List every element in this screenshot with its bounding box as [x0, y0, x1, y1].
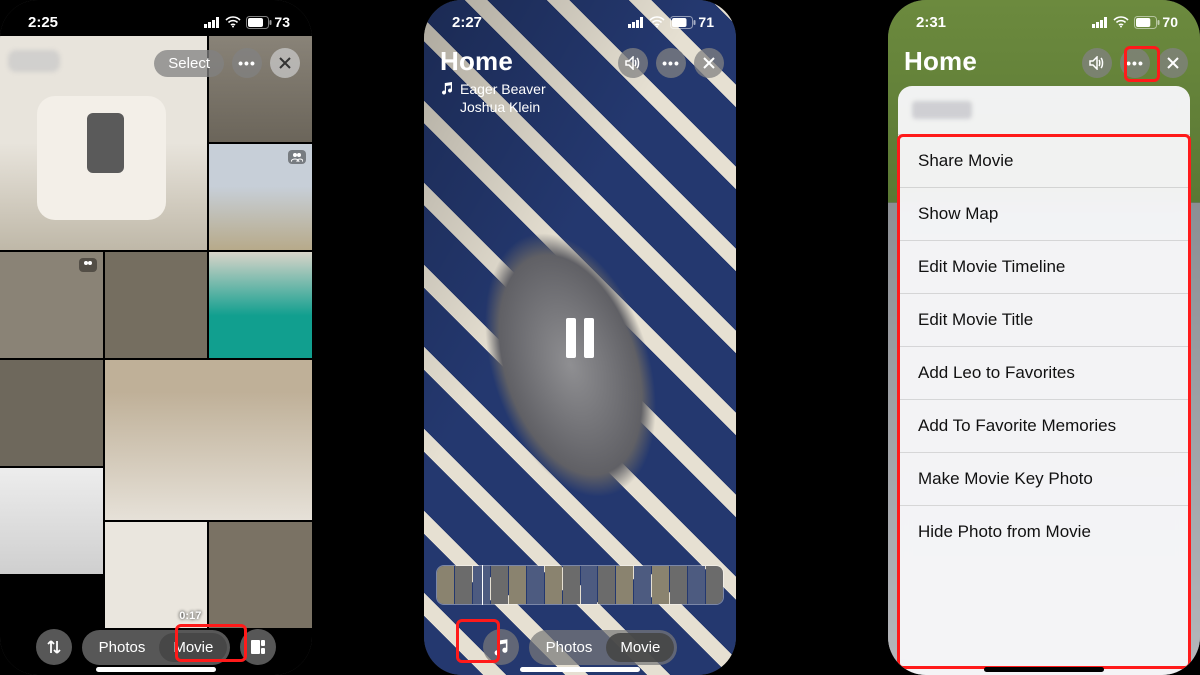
tutorial-highlight — [175, 624, 247, 662]
photo-tile[interactable] — [0, 360, 103, 466]
screen-movie-player: 2:27 71 Home Eager Beaver Joshua Klein •… — [424, 0, 736, 675]
photo-grid: 0:17 — [0, 0, 312, 675]
tutorial-highlight — [1124, 46, 1160, 82]
home-indicator[interactable] — [520, 667, 640, 672]
photo-tile[interactable] — [105, 252, 208, 358]
speaker-icon — [625, 56, 641, 70]
pause-button[interactable] — [560, 316, 600, 360]
top-controls: ••• — [618, 48, 724, 78]
screen-more-menu: 2:31 70 Home ••• Share Movie Show Map Ed… — [888, 0, 1200, 675]
segment-photos[interactable]: Photos — [85, 633, 160, 662]
photo-tile[interactable] — [209, 144, 312, 250]
battery-indicator: 73 — [246, 14, 290, 30]
memory-title: Home — [904, 46, 977, 77]
status-time: 2:27 — [452, 14, 482, 31]
status-bar: 2:31 70 — [888, 0, 1200, 36]
song-name: Eager Beaver — [460, 81, 546, 99]
people-icon — [79, 258, 97, 272]
movie-header: Home Eager Beaver Joshua Klein — [440, 46, 546, 116]
tutorial-highlight — [456, 619, 500, 663]
cellular-icon — [1092, 17, 1108, 28]
movie-header: Home — [904, 46, 977, 77]
speaker-button[interactable] — [1082, 48, 1112, 78]
photo-tile[interactable] — [209, 252, 312, 358]
more-button[interactable]: ••• — [656, 48, 686, 78]
photo-tile[interactable] — [0, 252, 103, 358]
video-duration: 0:17 — [179, 610, 201, 622]
movie-timeline[interactable] — [436, 565, 724, 605]
sort-button[interactable] — [36, 629, 72, 665]
status-time: 2:25 — [28, 14, 58, 31]
status-bar: 2:25 73 — [0, 0, 312, 36]
wifi-icon — [225, 16, 241, 28]
speaker-icon — [1089, 56, 1105, 70]
home-indicator[interactable] — [96, 667, 216, 672]
close-button[interactable] — [270, 48, 300, 78]
wifi-icon — [1113, 16, 1129, 28]
segmented-control: Photos Movie — [529, 630, 678, 665]
photo-tile[interactable] — [0, 468, 103, 574]
people-icon — [288, 150, 306, 164]
photo-tile[interactable] — [105, 360, 312, 520]
photo-tile[interactable] — [209, 522, 312, 628]
cellular-icon — [204, 17, 220, 28]
tutorial-highlight — [897, 134, 1191, 669]
close-button[interactable] — [1158, 48, 1188, 78]
wifi-icon — [649, 16, 665, 28]
redacted-label — [912, 101, 972, 119]
music-note-icon — [440, 81, 454, 95]
playhead[interactable] — [482, 565, 483, 605]
ellipsis-icon: ••• — [662, 56, 680, 70]
status-time: 2:31 — [916, 14, 946, 31]
segment-photos[interactable]: Photos — [532, 633, 607, 662]
memory-title: Home — [440, 46, 546, 77]
photo-tile[interactable]: 0:17 — [105, 522, 208, 628]
segment-movie[interactable]: Movie — [606, 633, 674, 662]
pause-icon — [560, 316, 600, 360]
battery-indicator: 70 — [1134, 14, 1178, 30]
screen-photo-grid: 0:17 2:25 73 Select ••• Photos Movie — [0, 0, 312, 675]
sort-arrows-icon — [45, 638, 63, 656]
action-sheet-header — [898, 86, 1190, 134]
bottom-toolbar: Photos Movie — [0, 629, 312, 665]
cellular-icon — [628, 17, 644, 28]
select-button[interactable]: Select — [154, 50, 224, 77]
close-button[interactable] — [694, 48, 724, 78]
top-controls: Select ••• — [154, 48, 300, 78]
ellipsis-icon: ••• — [238, 56, 256, 70]
more-button[interactable]: ••• — [232, 48, 262, 78]
speaker-button[interactable] — [618, 48, 648, 78]
song-artist: Joshua Klein — [460, 99, 546, 117]
grid-layout-icon — [250, 639, 266, 655]
status-bar: 2:27 71 — [424, 0, 736, 36]
battery-indicator: 71 — [670, 14, 714, 30]
redacted-label — [8, 50, 60, 72]
battery-percent: 73 — [274, 14, 290, 30]
home-indicator[interactable] — [984, 667, 1104, 672]
battery-percent: 71 — [698, 14, 714, 30]
battery-percent: 70 — [1162, 14, 1178, 30]
